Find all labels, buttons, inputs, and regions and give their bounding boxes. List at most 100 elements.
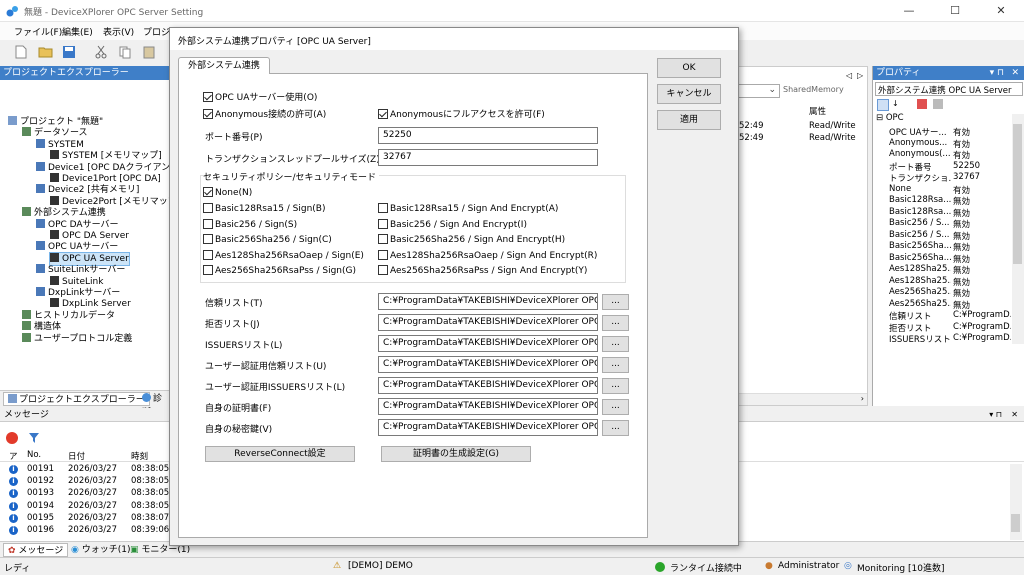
tab-messages[interactable]: ✿ メッセージ	[3, 543, 69, 557]
horizontal-scrollbar[interactable]: ›	[739, 393, 867, 405]
tree-item[interactable]: プロジェクト "無題"	[8, 116, 103, 128]
close-panel-icon[interactable]: ✕	[1011, 408, 1018, 422]
browse-button[interactable]: ...	[602, 336, 629, 352]
maximize-button[interactable]: ☐	[932, 0, 978, 22]
property-scrollbar[interactable]	[1012, 114, 1024, 344]
security-none-checkbox[interactable]: None(N)	[203, 187, 252, 199]
tree-item[interactable]: Device1Port [OPC DA]	[50, 173, 161, 185]
message-row[interactable]: i 00192 2026/03/27 08:38:05	[0, 476, 170, 488]
tab-external-system[interactable]: 外部システム連携	[178, 57, 270, 74]
stop-icon[interactable]	[6, 432, 18, 444]
property-row[interactable]: Aes128Sha25... 無効	[887, 276, 1011, 288]
tree-item[interactable]: OPC UA Server	[49, 251, 130, 266]
property-row[interactable]: 信頼リスト C:¥ProgramD...	[887, 310, 1011, 322]
property-row[interactable]: Basic256 / S... 無効	[887, 230, 1011, 242]
tree-item[interactable]: DxpLinkサーバー	[36, 287, 120, 299]
tree-item[interactable]: データソース	[22, 127, 88, 139]
property-row[interactable]: Basic256Sha... 無効	[887, 241, 1011, 253]
tree-item[interactable]: OPC UAサーバー	[36, 241, 118, 253]
filter-icon[interactable]	[28, 432, 40, 444]
property-row[interactable]: OPC UAサー... 有効	[887, 126, 1011, 138]
browse-button[interactable]: ...	[602, 357, 629, 373]
security-policy-checkbox[interactable]: Aes256Sha256RsaPss / Sign(G)	[203, 265, 356, 277]
copy-icon[interactable]	[116, 43, 134, 61]
security-policy-checkbox[interactable]: Aes128Sha256RsaOaep / Sign And Encrypt(R…	[378, 249, 597, 262]
property-row[interactable]: Basic128Rsa... 無効	[887, 195, 1011, 207]
device-combo[interactable]: ⌄	[738, 84, 780, 98]
tree-item[interactable]: Device2 [共有メモリ]	[36, 184, 139, 196]
tree-item[interactable]: SuiteLink	[50, 275, 103, 288]
browse-button[interactable]: ...	[602, 399, 629, 415]
property-pages-icon[interactable]	[917, 99, 927, 109]
sort-alpha-icon[interactable]: ↓	[892, 99, 899, 108]
apply-button[interactable]: 適用	[657, 110, 721, 130]
tree-item[interactable]: ユーザープロトコル定義	[22, 332, 132, 345]
browse-button[interactable]: ...	[602, 378, 629, 394]
menu-edit[interactable]: 編集(E)	[62, 25, 93, 38]
property-row[interactable]: ポート番号 52250	[887, 161, 1011, 173]
message-row[interactable]: i 00193 2026/03/27 08:38:05	[0, 488, 170, 500]
browse-button[interactable]: ...	[602, 420, 629, 436]
security-policy-checkbox[interactable]: Basic256Sha256 / Sign(C)	[203, 234, 332, 246]
menu-view[interactable]: 表示(V)	[103, 25, 134, 38]
tab-watch[interactable]: ◉ ウォッチ(1)	[67, 543, 134, 557]
message-scrollbar[interactable]	[1010, 464, 1022, 540]
property-row[interactable]: Aes256Sha25... 無効	[887, 287, 1011, 299]
tree-item[interactable]: 構造体	[22, 321, 61, 333]
security-policy-checkbox[interactable]: Basic256 / Sign(S)	[203, 218, 297, 231]
nav-prev-button[interactable]: ◁	[846, 71, 852, 80]
property-row[interactable]: Basic256Sha... 無効	[887, 253, 1011, 265]
property-row[interactable]: Anonymous(... 有効	[887, 149, 1011, 161]
property-category-opc[interactable]: ⊟ OPC	[873, 113, 1023, 125]
tree-item[interactable]: SYSTEM [メモリマップ]	[50, 150, 162, 162]
tree-item[interactable]: SuiteLinkサーバー	[36, 264, 125, 276]
cut-icon[interactable]	[92, 43, 110, 61]
message-row[interactable]: i 00194 2026/03/27 08:38:05	[0, 501, 170, 513]
cert-list-path-input[interactable]: C:¥ProgramData¥TAKEBISHI¥DeviceXPlorer O…	[378, 377, 598, 394]
property-row[interactable]: Basic256 / S... 無効	[887, 218, 1011, 230]
anon-full-access-checkbox[interactable]: Anonymousにフルアクセスを許可(F)	[378, 109, 545, 121]
col-no[interactable]: No.	[27, 450, 41, 460]
close-panel-icon[interactable]: ✕	[1011, 66, 1019, 80]
message-row[interactable]: i 00196 2026/03/27 08:39:06	[0, 525, 170, 537]
cert-generation-button[interactable]: 証明書の生成設定(G)	[381, 446, 531, 462]
col-time[interactable]: 時刻	[131, 450, 148, 462]
property-row[interactable]: ISSUERSリストC:¥ProgramD...	[887, 333, 1011, 345]
anon-allow-checkbox[interactable]: Anonymous接続の許可(A)	[203, 109, 326, 121]
ok-button[interactable]: OK	[657, 58, 721, 78]
property-row[interactable]: トランザクショ... 32767	[887, 172, 1011, 184]
security-policy-checkbox[interactable]: Aes256Sha256RsaPss / Sign And Encrypt(Y)	[378, 265, 587, 277]
reverse-connect-button[interactable]: ReverseConnect設定	[205, 446, 355, 462]
nav-next-button[interactable]: ▷	[857, 71, 863, 80]
tree-item[interactable]: DxpLink Server	[50, 298, 131, 310]
save-icon[interactable]	[60, 43, 78, 61]
cert-list-path-input[interactable]: C:¥ProgramData¥TAKEBISHI¥DeviceXPlorer O…	[378, 356, 598, 373]
property-row[interactable]: None 有効	[887, 184, 1011, 196]
property-row[interactable]: Anonymous... 有効	[887, 138, 1011, 150]
minimize-button[interactable]: —	[886, 0, 932, 22]
tree-item[interactable]: OPC DAサーバー	[36, 218, 119, 231]
property-object-combo[interactable]: 外部システム連携 OPC UA Server	[875, 82, 1023, 96]
scroll-right-icon[interactable]: ›	[861, 394, 864, 403]
col-type[interactable]: ア	[9, 450, 18, 462]
events-icon[interactable]	[933, 99, 943, 109]
tab-project-explorer[interactable]: プロジェクトエクスプローラー	[3, 392, 150, 406]
cert-list-path-input[interactable]: C:¥ProgramData¥TAKEBISHI¥DeviceXPlorer O…	[378, 293, 598, 310]
browse-button[interactable]: ...	[602, 294, 629, 310]
new-file-icon[interactable]	[12, 43, 30, 61]
message-row[interactable]: i 00195 2026/03/27 08:38:07	[0, 513, 170, 525]
pin-icon[interactable]: ▾ ⊓	[989, 408, 1002, 422]
open-folder-icon[interactable]	[37, 43, 55, 61]
cert-list-path-input[interactable]: C:¥ProgramData¥TAKEBISHI¥DeviceXPlorer O…	[378, 314, 598, 331]
browse-button[interactable]: ...	[602, 315, 629, 331]
paste-icon[interactable]	[140, 43, 158, 61]
menu-file[interactable]: ファイル(F)	[14, 25, 62, 38]
security-policy-checkbox[interactable]: Basic128Rsa15 / Sign And Encrypt(A)	[378, 203, 558, 215]
security-policy-checkbox[interactable]: Aes128Sha256RsaOaep / Sign(E)	[203, 249, 364, 262]
col-date[interactable]: 日付	[68, 450, 85, 462]
security-policy-checkbox[interactable]: Basic256 / Sign And Encrypt(I)	[378, 218, 527, 231]
tree-item[interactable]: SYSTEM	[36, 138, 84, 151]
opcua-enable-checkbox[interactable]: OPC UAサーバー使用(O)	[203, 92, 317, 104]
close-window-button[interactable]: ✕	[978, 0, 1024, 22]
cert-list-path-input[interactable]: C:¥ProgramData¥TAKEBISHI¥DeviceXPlorer O…	[378, 398, 598, 415]
